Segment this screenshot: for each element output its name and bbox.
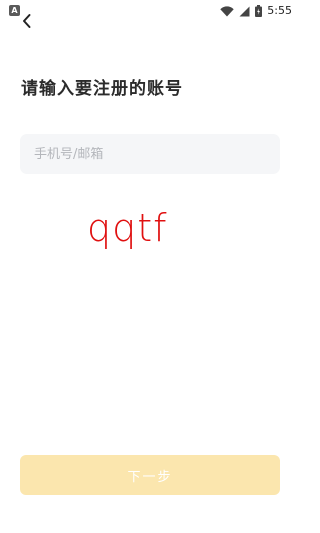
wifi-icon bbox=[220, 2, 234, 21]
next-button[interactable]: 下一步 bbox=[20, 455, 280, 495]
page-title: 请输入要注册的账号 bbox=[21, 79, 183, 99]
battery-icon bbox=[255, 2, 263, 21]
captcha-text: qqtf bbox=[87, 206, 168, 250]
status-bar: A 5:55 bbox=[0, 0, 300, 22]
account-input[interactable] bbox=[34, 146, 266, 162]
chevron-left-icon bbox=[21, 13, 33, 33]
back-button[interactable] bbox=[16, 12, 38, 34]
signal-icon bbox=[239, 2, 250, 21]
status-icons: 5:55 bbox=[220, 3, 292, 19]
status-time: 5:55 bbox=[267, 4, 292, 17]
account-field[interactable] bbox=[20, 134, 280, 174]
